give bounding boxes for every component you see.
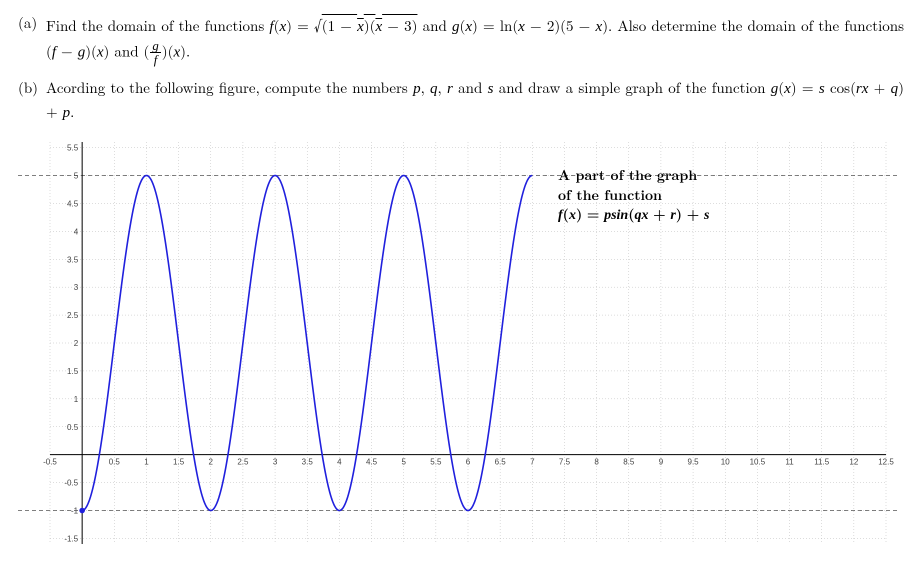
math-f: f — [269, 19, 273, 35]
svg-text:9.5: 9.5 — [688, 458, 700, 467]
problem-b-body: Acording to the following figure, comput… — [46, 77, 904, 124]
svg-text:6: 6 — [466, 458, 471, 467]
svg-text:3: 3 — [74, 283, 79, 292]
math-g: g — [452, 19, 460, 35]
svg-text:5.5: 5.5 — [430, 458, 442, 467]
svg-text:4.5: 4.5 — [366, 458, 378, 467]
svg-text:12: 12 — [849, 458, 858, 467]
svg-text:-0.5: -0.5 — [64, 479, 78, 488]
svg-text:2: 2 — [74, 339, 79, 348]
text: and — [453, 77, 488, 98]
svg-text:3.5: 3.5 — [67, 255, 79, 264]
problem-a-label: (a) — [18, 12, 46, 67]
svg-text:5: 5 — [74, 172, 79, 181]
svg-text:-1.5: -1.5 — [64, 534, 78, 543]
svg-text:3.5: 3.5 — [302, 458, 314, 467]
text: Acording to the following figure, comput… — [46, 77, 413, 98]
svg-text:4: 4 — [74, 227, 79, 236]
svg-text:4.5: 4.5 — [67, 199, 79, 208]
svg-text:7.5: 7.5 — [559, 458, 571, 467]
svg-text:2.5: 2.5 — [67, 311, 79, 320]
svg-text:11: 11 — [785, 458, 794, 467]
problem-a: (a) Find the domain of the functions f(x… — [18, 12, 904, 67]
svg-text:1.5: 1.5 — [67, 367, 79, 376]
svg-text:-0.5: -0.5 — [43, 458, 57, 467]
svg-text:2: 2 — [209, 458, 214, 467]
svg-text:2.5: 2.5 — [237, 458, 249, 467]
svg-text:11.5: 11.5 — [814, 458, 830, 467]
legend-title: A part of the graph — [558, 166, 798, 186]
text: and — [423, 15, 452, 36]
chart-legend: A part of the graph of the function f(x)… — [558, 166, 798, 226]
text: Find the domain of the functions — [46, 15, 269, 36]
svg-text:10: 10 — [721, 458, 730, 467]
legend-func: f(x) = psin(qx + r) + s — [558, 205, 798, 226]
svg-text:5.5: 5.5 — [67, 144, 79, 153]
svg-text:1: 1 — [144, 458, 149, 467]
svg-text:4: 4 — [337, 458, 342, 467]
svg-text:7: 7 — [530, 458, 535, 467]
problem-b-label: (b) — [18, 77, 46, 124]
svg-text:0.5: 0.5 — [109, 458, 121, 467]
svg-text:8.5: 8.5 — [623, 458, 635, 467]
text: . Also determine the domain of the funct… — [608, 15, 904, 36]
svg-text:1.5: 1.5 — [173, 458, 185, 467]
legend-title2: of the function — [558, 186, 798, 206]
svg-text:3: 3 — [273, 458, 278, 467]
text: . — [70, 101, 74, 122]
text: and — [109, 40, 143, 61]
chart-container: -0.50.511.522.533.544.555.566.577.588.59… — [18, 134, 898, 564]
problem-a-body: Find the domain of the functions f(x) = … — [46, 12, 904, 67]
svg-text:9: 9 — [659, 458, 664, 467]
text: . — [186, 40, 190, 61]
svg-text:10.5: 10.5 — [750, 458, 766, 467]
svg-text:12.5: 12.5 — [878, 458, 894, 467]
svg-text:1: 1 — [74, 395, 79, 404]
svg-text:-1: -1 — [71, 507, 79, 516]
text: and draw a simple graph of the function — [493, 77, 770, 98]
problem-b: (b) Acording to the following figure, co… — [18, 77, 904, 124]
svg-text:5: 5 — [401, 458, 406, 467]
svg-text:0.5: 0.5 — [67, 423, 79, 432]
svg-text:6.5: 6.5 — [495, 458, 507, 467]
svg-text:8: 8 — [594, 458, 599, 467]
